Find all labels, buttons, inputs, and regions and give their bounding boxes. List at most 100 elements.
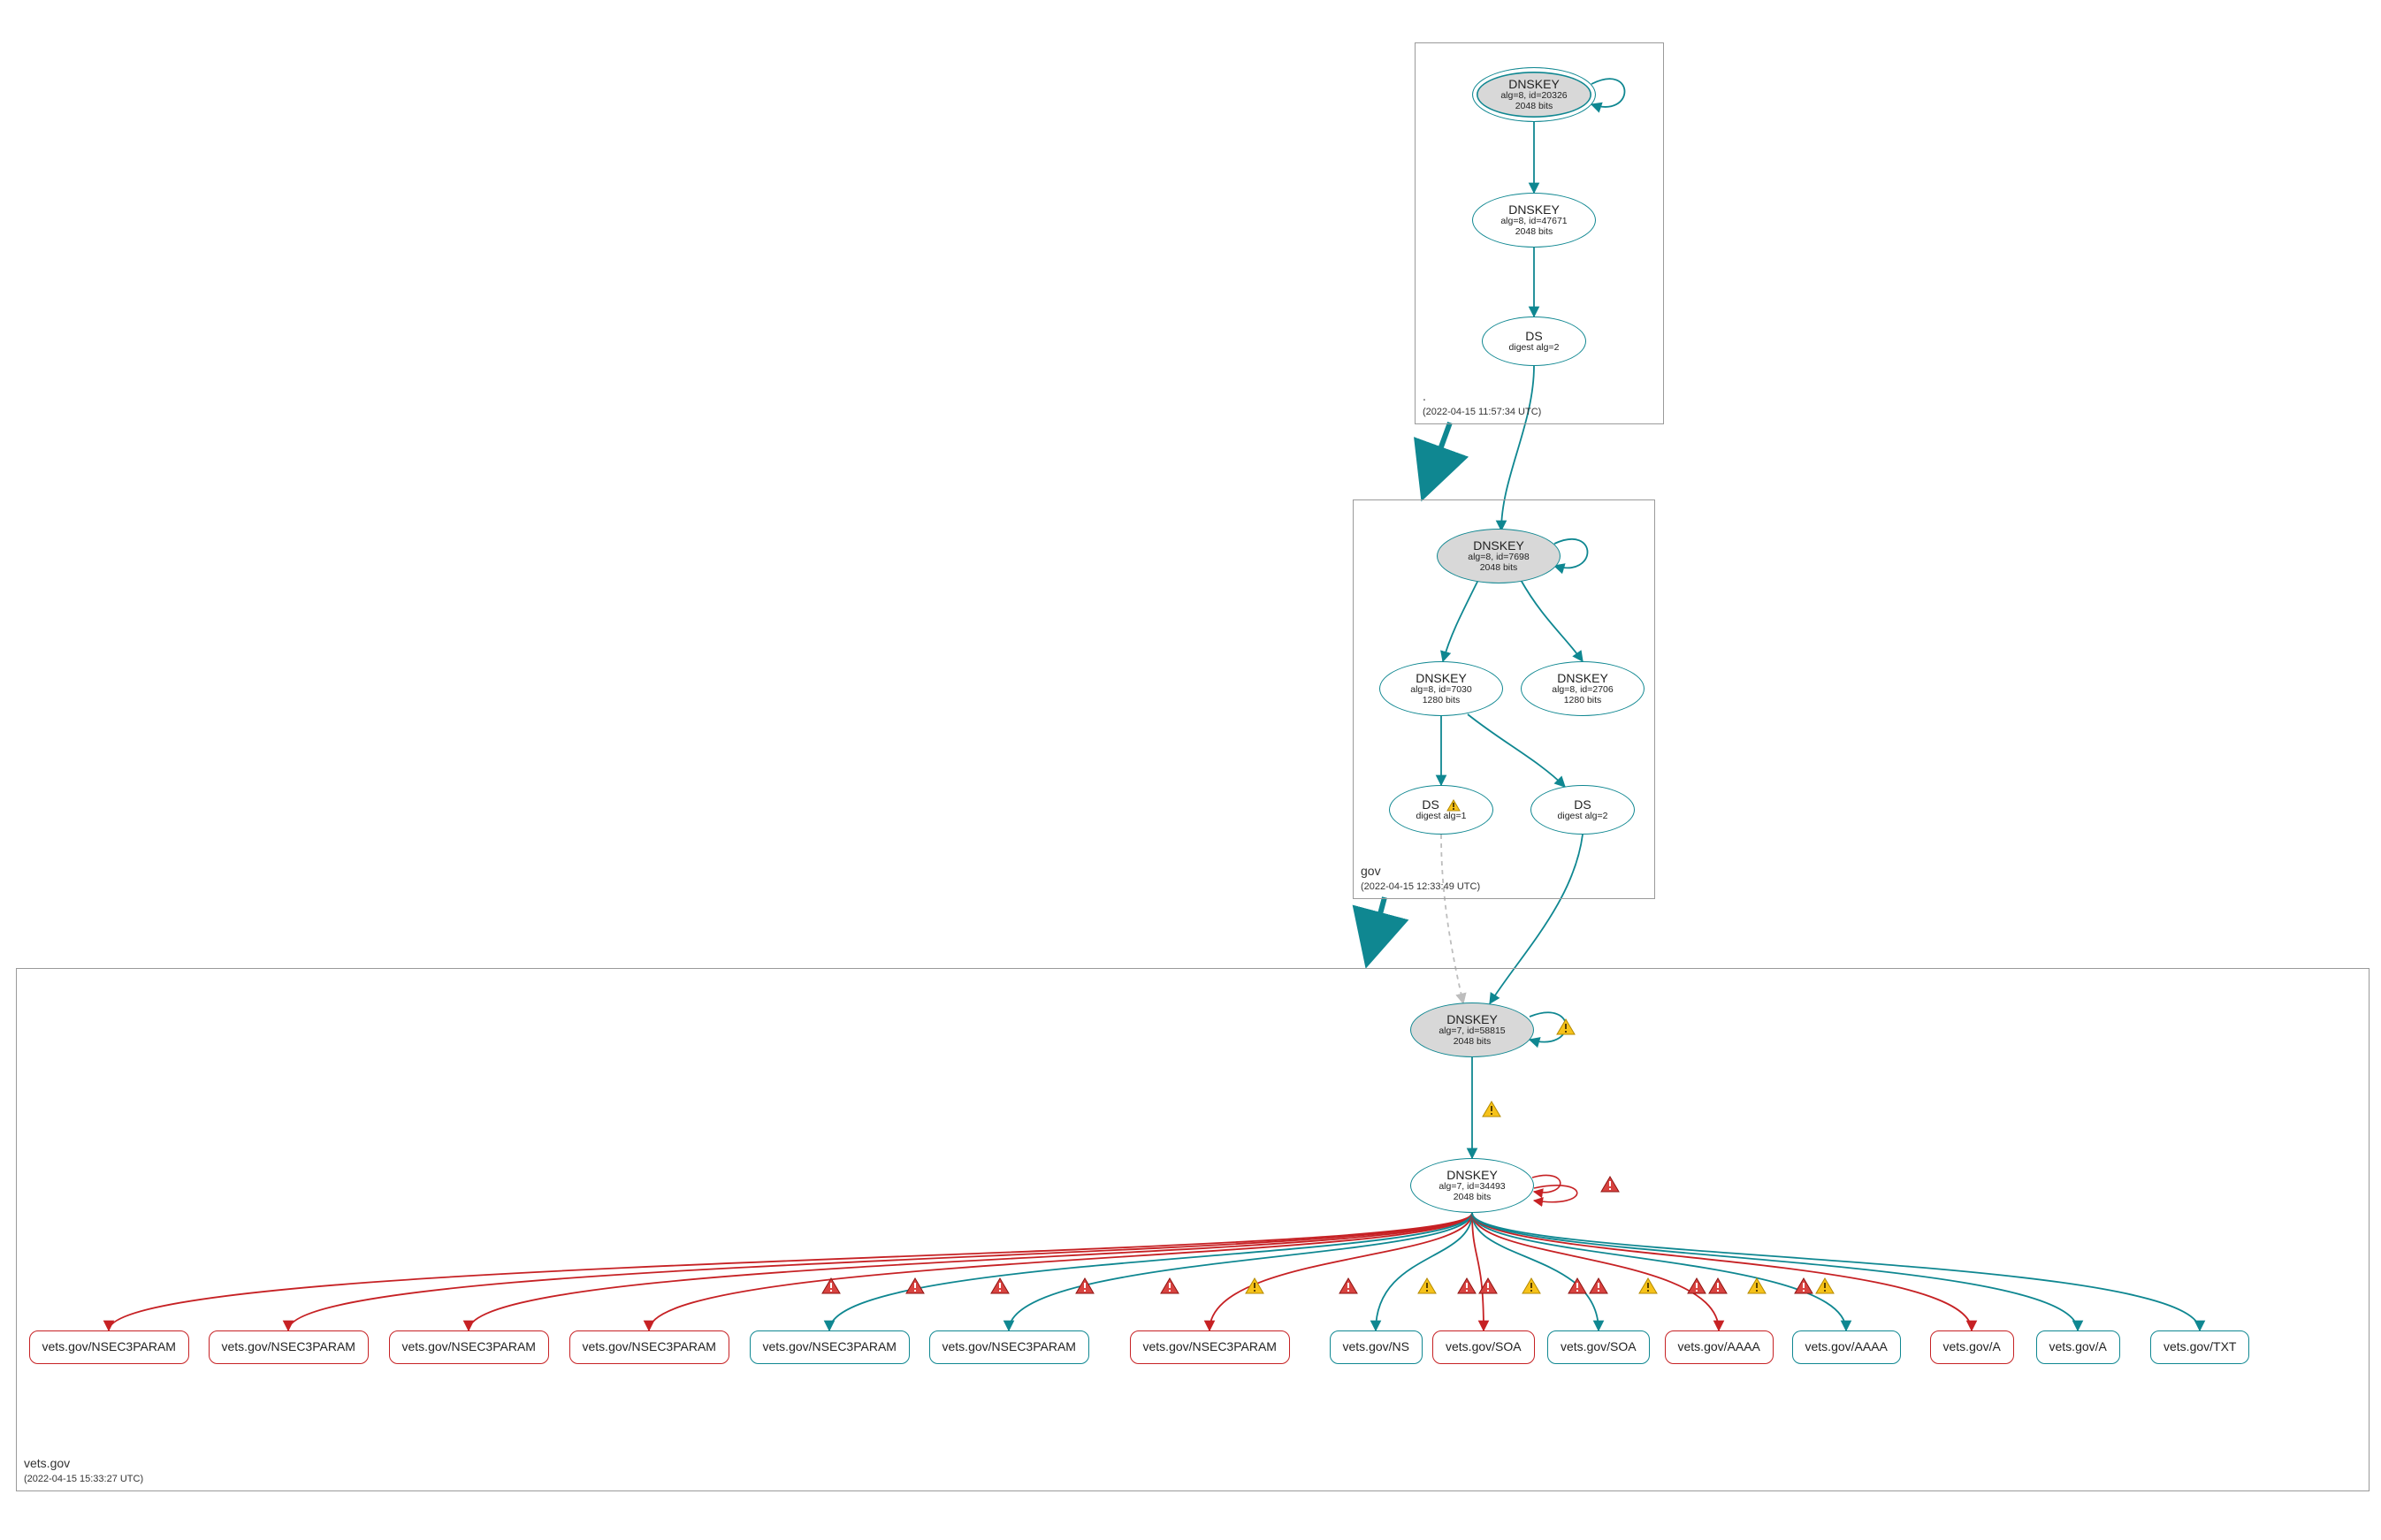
warning-icon <box>1589 1277 1608 1294</box>
node-detail: 2048 bits <box>1454 1037 1492 1048</box>
rr-label: vets.gov/NSEC3PARAM <box>402 1340 536 1353</box>
zone-vets-name: vets.gov <box>24 1456 70 1470</box>
warning-icon <box>1446 799 1461 812</box>
rr-label: vets.gov/SOA <box>1446 1340 1522 1353</box>
root-dnskey-zsk: DNSKEY alg=8, id=47671 2048 bits <box>1472 193 1596 248</box>
warning-icon <box>905 1277 925 1294</box>
node-detail: digest alg=2 <box>1558 812 1608 822</box>
warning-icon <box>1687 1277 1706 1294</box>
vets-dnskey-ksk: DNSKEY alg=7, id=58815 2048 bits <box>1410 1003 1534 1057</box>
node-detail: alg=7, id=34493 <box>1439 1182 1505 1193</box>
rr-box: vets.gov/NS <box>1330 1330 1423 1364</box>
warning-icon <box>1417 1277 1437 1294</box>
node-detail: 2048 bits <box>1515 102 1553 112</box>
rr-label: vets.gov/AAAA <box>1805 1340 1888 1353</box>
root-ds: DS digest alg=2 <box>1482 316 1586 366</box>
rr-label: vets.gov/NSEC3PARAM <box>942 1340 1076 1353</box>
rr-box: vets.gov/SOA <box>1547 1330 1650 1364</box>
node-title: DNSKEY <box>1557 672 1608 685</box>
warning-icon <box>1708 1277 1728 1294</box>
zone-gov-label: gov (2022-04-15 12:33:49 UTC) <box>1361 864 1480 893</box>
rr-label: vets.gov/SOA <box>1561 1340 1637 1353</box>
warning-icon <box>1160 1277 1179 1294</box>
node-detail: alg=8, id=47671 <box>1500 217 1567 227</box>
warning-icon <box>1339 1277 1358 1294</box>
gov-ds-2: DS digest alg=2 <box>1530 785 1635 835</box>
rr-label: vets.gov/A <box>1943 1340 2001 1353</box>
node-detail: 1280 bits <box>1423 696 1461 706</box>
zone-vets-ts: (2022-04-15 15:33:27 UTC) <box>24 1474 143 1484</box>
warning-icon <box>1457 1277 1477 1294</box>
warning-icon <box>821 1277 841 1294</box>
rr-box: vets.gov/NSEC3PARAM <box>1130 1330 1290 1364</box>
node-title: DS <box>1525 330 1542 343</box>
rr-label: vets.gov/NSEC3PARAM <box>222 1340 355 1353</box>
node-title: DNSKEY <box>1473 539 1524 553</box>
rr-box: vets.gov/NSEC3PARAM <box>750 1330 910 1364</box>
rr-box: vets.gov/SOA <box>1432 1330 1535 1364</box>
warning-icon <box>1075 1277 1095 1294</box>
warning-icon <box>1747 1277 1767 1294</box>
vets-dnskey-zsk: DNSKEY alg=7, id=34493 2048 bits <box>1410 1158 1534 1213</box>
warning-icon <box>1522 1277 1541 1294</box>
gov-ds-1: DS digest alg=1 <box>1389 785 1493 835</box>
rr-label: vets.gov/AAAA <box>1678 1340 1760 1353</box>
warning-icon <box>1815 1277 1835 1294</box>
gov-dnskey-ksk: DNSKEY alg=8, id=7698 2048 bits <box>1437 529 1561 583</box>
rr-label: vets.gov/A <box>2049 1340 2107 1353</box>
warning-icon <box>1245 1277 1264 1294</box>
warning-icon <box>1638 1277 1658 1294</box>
node-title: DNSKEY <box>1508 203 1560 217</box>
rr-box: vets.gov/NSEC3PARAM <box>569 1330 729 1364</box>
rr-label: vets.gov/NSEC3PARAM <box>763 1340 897 1353</box>
node-detail: 1280 bits <box>1564 696 1602 706</box>
node-detail: alg=8, id=20326 <box>1500 91 1567 102</box>
node-detail: 2048 bits <box>1515 227 1553 238</box>
rr-box: vets.gov/A <box>1930 1330 2014 1364</box>
rr-box: vets.gov/AAAA <box>1792 1330 1901 1364</box>
rr-box: vets.gov/NSEC3PARAM <box>29 1330 189 1364</box>
node-detail: digest alg=2 <box>1509 343 1560 354</box>
zone-gov-name: gov <box>1361 864 1381 878</box>
node-title: DNSKEY <box>1446 1013 1498 1026</box>
node-title: DNSKEY <box>1446 1169 1498 1182</box>
warning-icon <box>990 1277 1010 1294</box>
zone-root-name: . <box>1423 389 1426 403</box>
node-detail: alg=7, id=58815 <box>1439 1026 1505 1037</box>
rr-label: vets.gov/NS <box>1343 1340 1409 1353</box>
rr-label: vets.gov/TXT <box>2164 1340 2236 1353</box>
gov-dnskey-zsk-2: DNSKEY alg=8, id=2706 1280 bits <box>1521 661 1645 716</box>
node-detail: alg=8, id=7698 <box>1468 553 1529 563</box>
zone-gov-ts: (2022-04-15 12:33:49 UTC) <box>1361 881 1480 892</box>
warning-icon <box>1478 1277 1498 1294</box>
gov-dnskey-zsk-1: DNSKEY alg=8, id=7030 1280 bits <box>1379 661 1503 716</box>
root-dnskey-ksk: DNSKEY alg=8, id=20326 2048 bits <box>1472 67 1596 122</box>
rr-box: vets.gov/NSEC3PARAM <box>929 1330 1089 1364</box>
node-detail: 2048 bits <box>1480 563 1518 574</box>
node-detail: alg=8, id=7030 <box>1410 685 1471 696</box>
zone-vets: vets.gov (2022-04-15 15:33:27 UTC) <box>16 968 2370 1491</box>
warning-icon <box>1556 1018 1576 1035</box>
rr-box: vets.gov/AAAA <box>1665 1330 1774 1364</box>
rr-box: vets.gov/NSEC3PARAM <box>389 1330 549 1364</box>
warning-icon <box>1794 1277 1813 1294</box>
node-detail: 2048 bits <box>1454 1193 1492 1203</box>
warning-icon <box>1600 1176 1620 1193</box>
node-detail: digest alg=1 <box>1416 812 1467 822</box>
node-title: DS <box>1574 798 1591 812</box>
rr-label: vets.gov/NSEC3PARAM <box>1143 1340 1277 1353</box>
zone-root-label: . (2022-04-15 11:57:34 UTC) <box>1423 389 1541 418</box>
rr-label: vets.gov/NSEC3PARAM <box>583 1340 716 1353</box>
node-detail: alg=8, id=2706 <box>1552 685 1613 696</box>
rr-box: vets.gov/NSEC3PARAM <box>209 1330 369 1364</box>
node-title: DS <box>1422 798 1460 812</box>
zone-root-ts: (2022-04-15 11:57:34 UTC) <box>1423 407 1541 417</box>
node-title: DNSKEY <box>1508 78 1560 91</box>
rr-box: vets.gov/TXT <box>2150 1330 2249 1364</box>
rr-label: vets.gov/NSEC3PARAM <box>42 1340 176 1353</box>
warning-icon <box>1482 1101 1501 1117</box>
diagram-canvas: { "colors": { "teal": "#0f8791", "red": … <box>0 0 2381 1540</box>
rr-box: vets.gov/A <box>2036 1330 2120 1364</box>
warning-icon <box>1568 1277 1587 1294</box>
node-title: DNSKEY <box>1416 672 1467 685</box>
